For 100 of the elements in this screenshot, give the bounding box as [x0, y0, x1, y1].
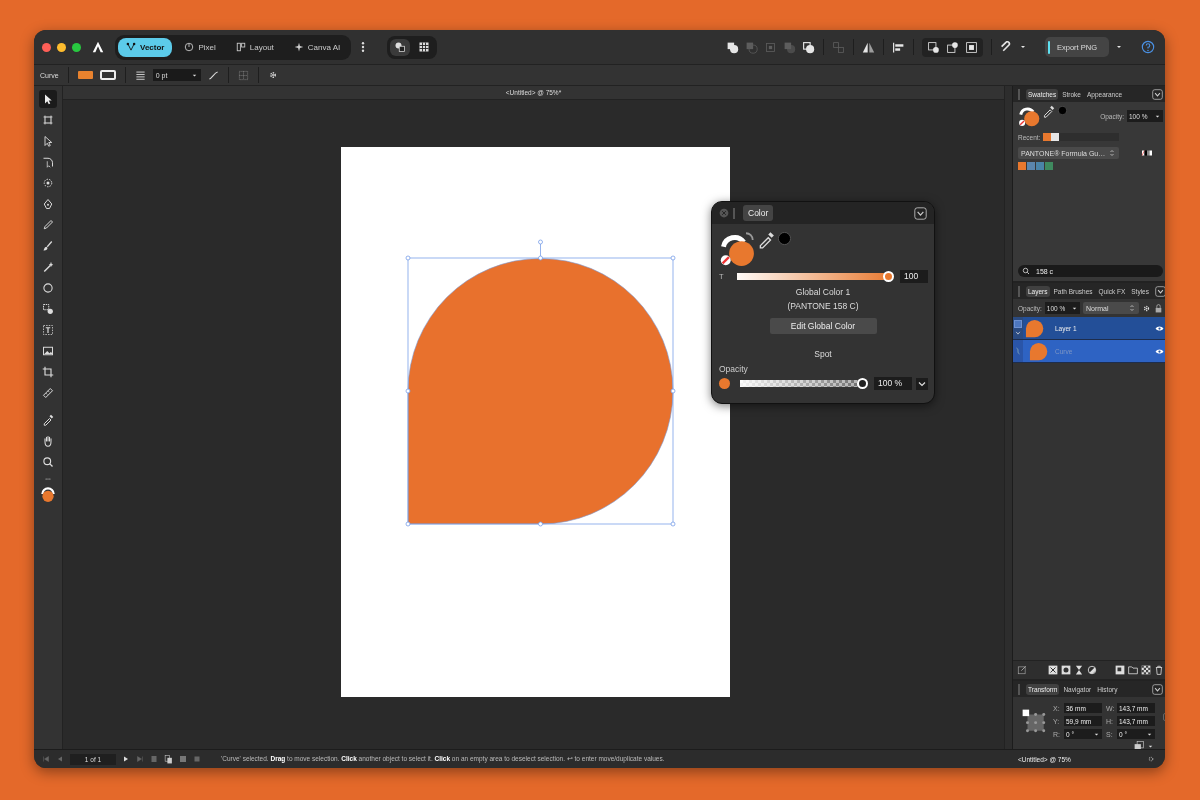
layer-thumbnail [1023, 317, 1045, 339]
transform-origin-icon[interactable] [927, 40, 940, 54]
persona-tab[interactable]: Pixel [176, 37, 224, 57]
fill-stroke-well-icon [719, 231, 755, 267]
eyedropper-icon [42, 414, 54, 426]
overlap-squares-icon [394, 41, 407, 53]
eyedropper-icon[interactable] [757, 231, 775, 249]
boolean-add-icon[interactable] [726, 40, 739, 54]
flip-icon[interactable] [862, 40, 875, 54]
color-mode-label: Spot [813, 348, 833, 359]
eye-icon[interactable] [1155, 323, 1164, 333]
panel-tab[interactable]: Color [743, 205, 774, 221]
stroke-swatch[interactable] [99, 70, 116, 80]
text-frame-icon [42, 324, 54, 336]
collapse-icon[interactable] [1155, 285, 1165, 297]
panels-icon [235, 42, 246, 52]
opacity-label: Opacity [718, 363, 749, 374]
layer-thumbnail [1027, 340, 1049, 362]
brush-icon [42, 240, 54, 252]
slider-thumb[interactable] [882, 271, 894, 282]
chevron-icon[interactable] [1015, 330, 1021, 336]
color-name: Global Color 1 [794, 286, 852, 297]
chevron-icon[interactable] [916, 377, 928, 390]
boolean-divide-icon[interactable] [802, 40, 815, 54]
settings-icon[interactable] [1142, 303, 1151, 313]
collapse-icon[interactable] [1152, 88, 1163, 100]
folder-icon[interactable] [1128, 665, 1138, 675]
pages-icon[interactable] [164, 754, 173, 764]
zoom-window-button[interactable] [72, 42, 81, 52]
dotted-grid-icon[interactable] [237, 69, 249, 81]
collapse-icon[interactable] [1152, 683, 1163, 695]
tool-button[interactable] [39, 90, 57, 108]
add-layer-icon[interactable] [1115, 665, 1125, 675]
collapse-icon[interactable] [914, 206, 927, 220]
edit-icon[interactable] [1017, 665, 1027, 675]
pen-icon [42, 198, 54, 210]
grid-icon [418, 41, 431, 53]
stroke-lines-icon[interactable] [134, 69, 146, 81]
pencil-icon [42, 219, 54, 231]
color-swatch[interactable] [1018, 162, 1026, 170]
trash-icon[interactable] [1154, 665, 1164, 675]
minimize-window-button[interactable] [57, 42, 66, 52]
stroke-curve-icon[interactable] [207, 69, 219, 81]
persona-tab[interactable]: Vector [118, 37, 173, 57]
mask-icon[interactable] [1061, 665, 1071, 675]
close-window-button[interactable] [42, 42, 51, 52]
recent-swatch[interactable] [1051, 133, 1060, 141]
color-well-icon[interactable] [39, 485, 57, 503]
mode-toggle[interactable] [390, 38, 411, 56]
page-add-icon[interactable] [150, 755, 158, 763]
first-page-icon[interactable] [42, 755, 50, 763]
anchor-grid-icon[interactable] [1021, 708, 1047, 734]
persona-tab[interactable]: Canva AI [285, 37, 349, 57]
curve-type-icon [1014, 347, 1022, 355]
color-swatch[interactable] [1045, 162, 1053, 170]
crop-icon [42, 366, 54, 378]
caret-icon[interactable] [1115, 43, 1123, 51]
align-left-icon[interactable] [892, 40, 905, 54]
magnifier-icon [42, 456, 54, 468]
pointer-icon [42, 93, 54, 105]
eye-icon[interactable] [1155, 346, 1164, 356]
stepper-icon [1128, 304, 1136, 312]
slider-thumb[interactable] [856, 378, 868, 389]
eyedropper-icon[interactable] [1042, 105, 1055, 118]
quick-color-icon[interactable] [1057, 105, 1068, 116]
color-swatch[interactable] [1027, 162, 1035, 170]
color-swatch[interactable] [1036, 162, 1044, 170]
color-dot [719, 378, 730, 389]
quick-color-icon[interactable] [777, 231, 792, 246]
page-delete-icon[interactable] [193, 755, 201, 763]
opacity-value-field[interactable]: 100 % [874, 377, 912, 390]
tint-value-field[interactable]: 100 [900, 270, 928, 283]
fill-swatch[interactable] [77, 71, 93, 79]
previous-page-icon[interactable] [56, 755, 64, 763]
hand-icon [42, 435, 54, 447]
persona-tab[interactable]: Layout [227, 37, 282, 57]
help-icon[interactable] [1141, 40, 1155, 54]
checkerboard-icon[interactable] [1141, 665, 1151, 675]
resize-frame-icon[interactable] [965, 40, 978, 54]
last-page-icon[interactable] [136, 755, 144, 763]
circle-icon [42, 282, 54, 294]
search-icon [1022, 267, 1030, 275]
hollow-pointer-icon [42, 135, 54, 147]
fill-stroke-well-icon [1018, 105, 1040, 127]
settings-icon[interactable] [1147, 755, 1155, 763]
spread-icon[interactable] [179, 755, 187, 763]
frame-icon [42, 114, 54, 126]
settings-icon[interactable] [267, 70, 278, 80]
fx-box-icon[interactable] [1048, 665, 1058, 675]
shapes-icon [42, 303, 54, 315]
hourglass-icon[interactable] [1074, 665, 1084, 675]
recent-swatch[interactable] [1043, 133, 1052, 141]
layer-checkbox[interactable] [1014, 320, 1022, 328]
lock-icon[interactable] [1154, 303, 1163, 313]
snapping-magnet-icon[interactable] [1000, 40, 1013, 54]
next-page-icon[interactable] [122, 755, 130, 763]
insert-behind-icon[interactable] [946, 40, 959, 54]
caret-icon[interactable] [1019, 43, 1027, 51]
half-circle-icon[interactable] [1087, 665, 1097, 675]
edit-global-color-button[interactable]: Edit Global Color [769, 318, 877, 334]
